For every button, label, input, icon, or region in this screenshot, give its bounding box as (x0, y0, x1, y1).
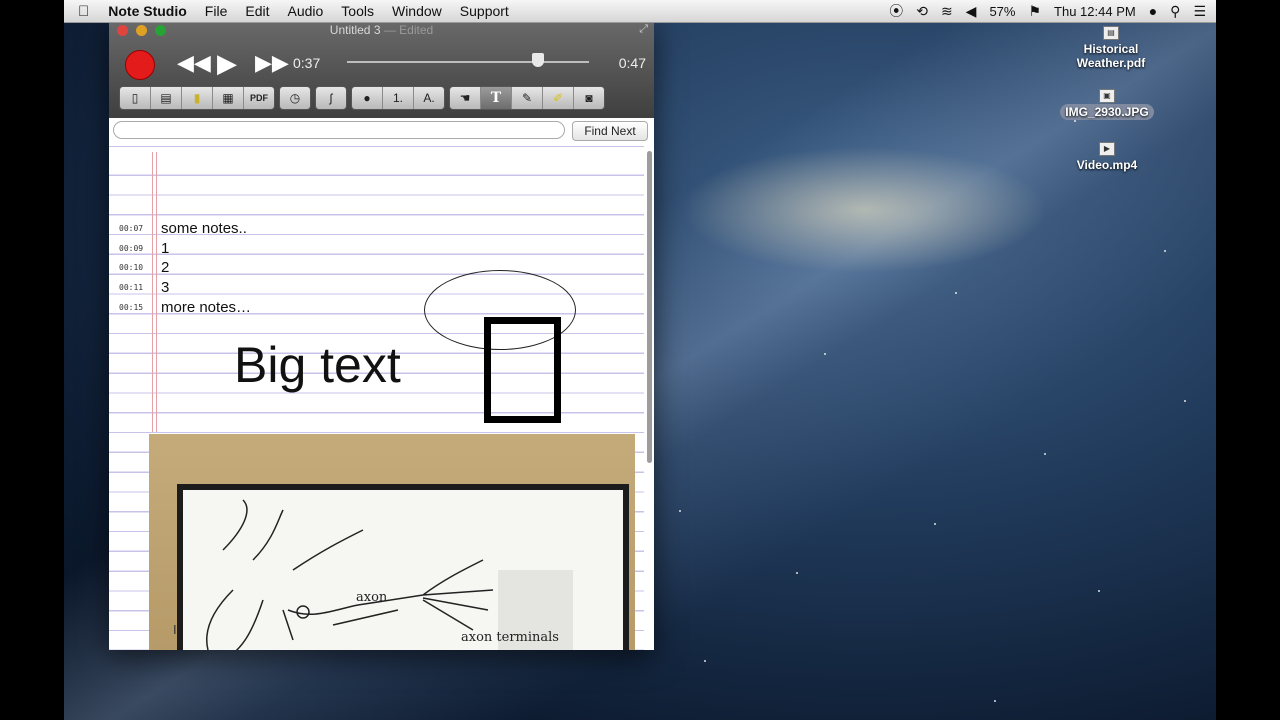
app-menu[interactable]: Note Studio (99, 3, 196, 19)
current-time: 0:37 (293, 55, 321, 71)
playback-scrubber[interactable] (347, 61, 589, 63)
battery-percent[interactable]: 57% (989, 4, 1015, 19)
big-text-box[interactable]: Big text (234, 336, 401, 394)
desktop-icon-label: Video.mp4 (1076, 158, 1138, 172)
rewind-button[interactable]: ◀◀ (177, 51, 211, 75)
find-next-button[interactable]: Find Next (572, 121, 648, 141)
pdf-file-icon: ▤ (1103, 26, 1119, 40)
note-text[interactable]: 2 (157, 259, 169, 276)
desktop-icon-image[interactable]: ▣ IMG_2930.JPG (1052, 89, 1162, 120)
note-window: Untitled 3 — Edited ⤢ ◀◀ ▶ ▶▶ 0:37 0:47 … (109, 20, 654, 650)
note-line[interactable]: 00:11 3 (109, 277, 169, 297)
lined-paper-button[interactable]: ▤ (151, 87, 182, 109)
vertical-scrollbar[interactable] (647, 151, 652, 463)
desktop:  Note Studio File Edit Audio Tools Wind… (64, 0, 1216, 720)
toolbar: ▯ ▤ ▮ ▦ PDF ◷ ʃ ● 1. A. ☚ T ✎ ✐ ◙ (119, 86, 605, 110)
spotlight-icon[interactable]: ⚲ (1170, 4, 1180, 18)
document-name: Untitled 3 (329, 23, 381, 37)
list-group: ● 1. A. (351, 86, 445, 110)
image-file-icon: ▣ (1099, 89, 1115, 103)
user-icon[interactable]: ● (1149, 4, 1157, 18)
notebook-page[interactable]: 00:07 some notes.. 00:09 1 00:10 2 00:11… (109, 146, 644, 650)
apple-menu-icon[interactable]:  (64, 3, 99, 20)
record-status-icon[interactable]: ⦿ (889, 4, 903, 18)
search-input[interactable] (113, 121, 565, 139)
yellow-paper-button[interactable]: ▮ (182, 87, 213, 109)
search-bar: ⚲ Find Next (109, 118, 654, 146)
bullet-list-button[interactable]: ● (352, 87, 383, 109)
white-paper-button[interactable]: ▯ (120, 87, 151, 109)
photo-label-axon-terminals: axon terminals (461, 630, 559, 645)
timestamp-group: ◷ (279, 86, 311, 110)
status-menus: ⦿ ⟲ ≋ ◀ 57% ⚑ Thu 12:44 PM ● ⚲ ☰ (889, 4, 1216, 19)
note-text[interactable]: 1 (157, 240, 169, 257)
edited-indicator: — Edited (383, 23, 434, 37)
whiteboard-image: axon axon terminals (177, 484, 629, 650)
note-line[interactable]: 00:10 2 (109, 257, 169, 277)
fullscreen-icon[interactable]: ⤢ (639, 23, 648, 36)
timestamp-link[interactable]: 00:11 (109, 283, 157, 292)
timestamp-link[interactable]: 00:10 (109, 263, 157, 272)
video-file-icon: ▶ (1099, 142, 1115, 156)
desktop-icon-label: Historical Weather.pdf (1076, 42, 1146, 70)
menu-file[interactable]: File (196, 3, 237, 19)
numbered-list-button[interactable]: 1. (383, 87, 414, 109)
note-text[interactable]: some notes.. (157, 220, 247, 237)
menubar-clock[interactable]: Thu 12:44 PM (1054, 4, 1136, 19)
equation-group: ʃ (315, 86, 347, 110)
paper-style-group: ▯ ▤ ▮ ▦ PDF (119, 86, 275, 110)
timestamp-link[interactable]: 00:15 (109, 303, 157, 312)
tools-group: ☚ T ✎ ✐ ◙ (449, 86, 605, 110)
menu-bar:  Note Studio File Edit Audio Tools Wind… (64, 0, 1216, 23)
text-tool-button[interactable]: T (481, 87, 512, 109)
camera-icon[interactable]: ◙ (574, 87, 604, 109)
desktop-icon-video[interactable]: ▶ Video.mp4 (1052, 142, 1162, 172)
desktop-icon-pdf[interactable]: ▤ Historical Weather.pdf (1056, 26, 1166, 70)
timestamp-link[interactable]: 00:07 (109, 224, 157, 233)
desktop-icon-label: IMG_2930.JPG (1060, 104, 1154, 120)
note-line[interactable]: 00:07 some notes.. (109, 218, 247, 238)
total-time: 0:47 (618, 55, 646, 71)
menu-support[interactable]: Support (451, 3, 518, 19)
menu-edit[interactable]: Edit (236, 3, 278, 19)
rectangle-shape[interactable] (484, 317, 561, 423)
window-titlebar: Untitled 3 — Edited ⤢ ◀◀ ▶ ▶▶ 0:37 0:47 … (109, 20, 654, 118)
note-text[interactable]: 3 (157, 279, 169, 296)
note-line[interactable]: 00:15 more notes… (109, 297, 251, 317)
pdf-button[interactable]: PDF (244, 87, 274, 109)
note-text[interactable]: more notes… (157, 299, 251, 316)
hand-tool-icon[interactable]: ☚ (450, 87, 481, 109)
fast-forward-button[interactable]: ▶▶ (255, 51, 289, 75)
photo-label-axon: axon (356, 590, 388, 605)
menu-tools[interactable]: Tools (332, 3, 383, 19)
pen-tool-icon[interactable]: ✎ (512, 87, 543, 109)
scrubber-thumb[interactable] (532, 53, 545, 67)
play-button[interactable]: ▶ (217, 50, 237, 76)
highlighter-tool-icon[interactable]: ✐ (543, 87, 574, 109)
menu-window[interactable]: Window (383, 3, 451, 19)
volume-icon[interactable]: ◀ (966, 4, 977, 18)
lettered-list-button[interactable]: A. (414, 87, 444, 109)
window-title: Untitled 3 — Edited (109, 23, 654, 37)
equation-button[interactable]: ʃ (316, 87, 346, 109)
text-cursor-icon: I (173, 622, 177, 637)
notification-center-icon[interactable]: ☰ (1193, 4, 1206, 18)
clock-icon[interactable]: ◷ (280, 87, 310, 109)
inserted-photo[interactable]: axon axon terminals (149, 434, 635, 650)
input-flag-icon[interactable]: ⚑ (1028, 4, 1041, 18)
record-button[interactable] (125, 50, 155, 80)
neuron-drawing (206, 499, 573, 650)
timestamp-link[interactable]: 00:09 (109, 244, 157, 253)
wifi-icon[interactable]: ≋ (941, 4, 953, 18)
grid-paper-button[interactable]: ▦ (213, 87, 244, 109)
note-line[interactable]: 00:09 1 (109, 238, 169, 258)
menu-audio[interactable]: Audio (278, 3, 332, 19)
time-machine-icon[interactable]: ⟲ (916, 4, 928, 18)
